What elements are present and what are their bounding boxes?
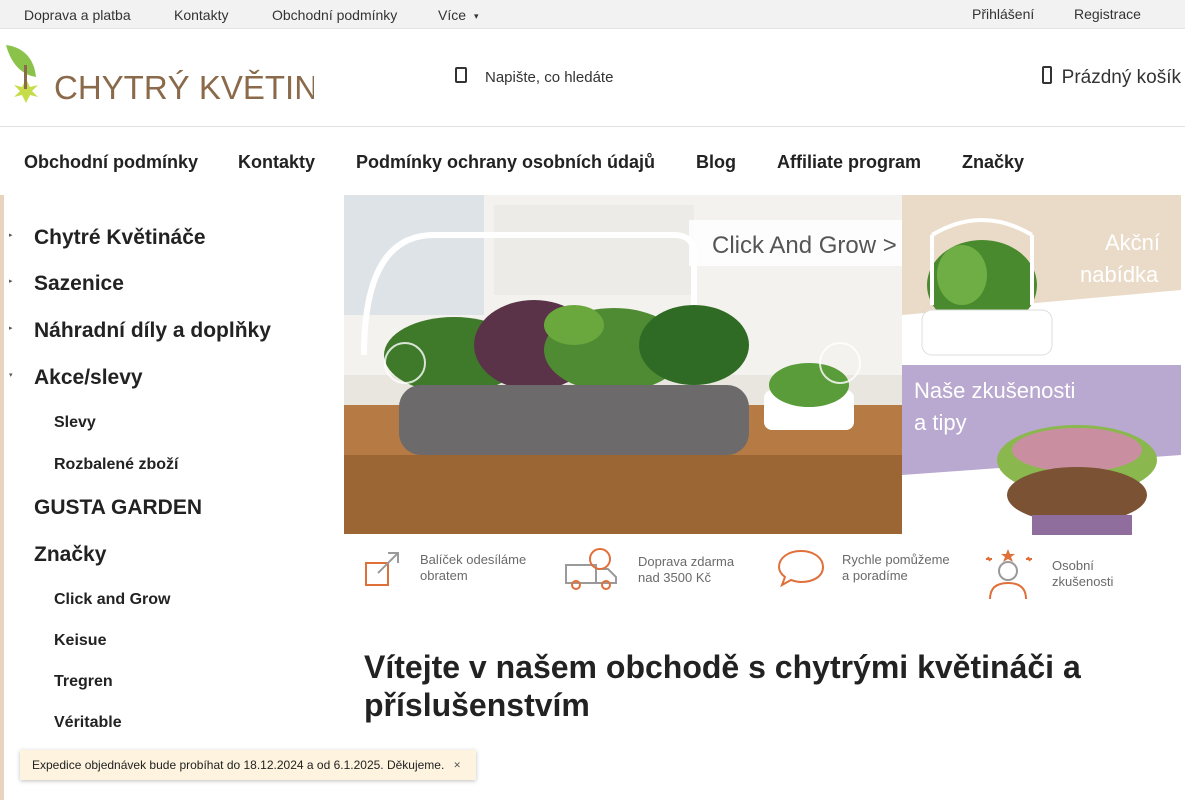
page-title: Vítejte v našem obchodě s chytrými květi… <box>364 649 1081 723</box>
topbar-link-contacts[interactable]: Kontakty <box>174 7 228 23</box>
promo-banner-tips[interactable]: Naše zkušenosti a tipy <box>902 365 1181 535</box>
promo-offers-image: Akční nabídka <box>902 195 1181 365</box>
expand-arrow-icon: ▾ <box>9 372 13 379</box>
notice-text: Expedice objednávek bude probíhat do 18.… <box>32 758 445 772</box>
brand-keisue[interactable]: Keisue <box>54 632 106 650</box>
expand-arrow-icon: ▸ <box>9 325 13 332</box>
speech-bubble-icon <box>777 549 825 588</box>
site-logo[interactable]: CHYTRÝ KVĚTINÁČ <box>4 43 364 106</box>
delivery-truck-icon <box>565 548 617 590</box>
hero-caption: Click And Grow > <box>712 232 897 259</box>
category-gusta-garden[interactable]: GUSTA GARDEN <box>34 496 202 520</box>
nav-terms[interactable]: Obchodní podmínky <box>24 152 198 173</box>
benefits-strip: Balíček odesíláme obratem Doprava zdarma n… <box>344 535 1185 605</box>
site-header: CHYTRÝ KVĚTINÁČ Napište, co hledáte Práz… <box>0 29 1185 127</box>
promo-offers-caption-2: nabídka <box>1080 262 1159 287</box>
category-spare-parts[interactable]: ▸ Náhradní díly a doplňky <box>9 319 271 343</box>
chevron-down-icon: ▾ <box>474 11 479 21</box>
category-brands[interactable]: Značky <box>34 543 106 567</box>
promo-banner-offers[interactable]: Akční nabídka <box>902 195 1181 365</box>
shipping-notice: Expedice objednávek bude probíhat do 18.… <box>20 750 476 780</box>
promo-tips-caption-1: Naše zkušenosti <box>914 378 1075 403</box>
register-link[interactable]: Registrace <box>1074 6 1141 22</box>
subcategory-discounts[interactable]: Slevy <box>54 414 96 432</box>
category-sidebar: ▸ Chytré Květináče ▸ Sazenice ▸ Náhradní dí… <box>0 195 344 800</box>
category-seedlings[interactable]: ▸ Sazenice <box>9 272 124 296</box>
cart-label: Prázdný košík <box>1061 67 1181 88</box>
category-smart-pots[interactable]: ▸ Chytré Květináče <box>9 226 206 250</box>
expand-arrow-icon: ▸ <box>9 232 13 239</box>
nav-blog[interactable]: Blog <box>696 152 736 173</box>
brand-click-and-grow[interactable]: Click and Grow <box>54 591 170 609</box>
hero-carousel[interactable]: Click And Grow > <box>344 195 902 534</box>
topbar-more-menu[interactable]: Více ▾ <box>438 7 479 23</box>
topbar-link-shipping[interactable]: Doprava a platba <box>24 7 131 23</box>
search-input[interactable]: Napište, co hledáte <box>485 69 613 86</box>
cart-button[interactable]: Prázdný košík <box>1041 65 1181 91</box>
cart-icon <box>1041 65 1052 91</box>
subcategory-unpacked[interactable]: Rozbalené zboží <box>54 456 178 474</box>
search-icon <box>455 66 467 88</box>
nav-contacts[interactable]: Kontakty <box>238 152 315 173</box>
promo-offers-caption-1: Akční <box>1105 230 1160 255</box>
nav-privacy[interactable]: Podmínky ochrany osobních údajů <box>356 152 655 173</box>
carousel-next-button[interactable] <box>819 342 861 384</box>
top-bar: Doprava a platba Kontakty Obchodní podmí… <box>0 0 1185 29</box>
person-stars-icon <box>986 549 1032 600</box>
search-box[interactable]: Napište, co hledáte <box>455 66 613 88</box>
brand-tregren[interactable]: Tregren <box>54 673 113 691</box>
topbar-link-terms[interactable]: Obchodní podmínky <box>272 7 397 23</box>
benefit-item: Rychle pomůžeme a poradíme <box>776 547 972 589</box>
logo-text: CHYTRÝ KVĚTINÁČ <box>54 69 314 105</box>
promo-tips-caption-2: a tipy <box>914 410 967 435</box>
expand-arrow-icon: ▸ <box>9 278 13 285</box>
category-sales[interactable]: ▾ Akce/slevy <box>9 366 143 390</box>
carousel-prev-button[interactable] <box>384 342 426 384</box>
package-arrow-icon <box>365 552 399 586</box>
benefit-item: Doprava zdarma nad 3500 Kč <box>564 547 768 593</box>
benefit-item: Osobní zkušenosti <box>980 547 1182 601</box>
nav-brands[interactable]: Značky <box>962 152 1024 173</box>
brand-veritable[interactable]: Véritable <box>54 714 122 732</box>
promo-tips-image: Naše zkušenosti a tipy <box>902 365 1181 535</box>
topbar-more-label: Více <box>438 7 467 23</box>
main-navigation: Obchodní podmínky Kontakty Podmínky ochr… <box>0 127 1185 195</box>
nav-affiliate[interactable]: Affiliate program <box>777 152 921 173</box>
close-icon[interactable]: ✕ <box>453 760 461 771</box>
benefit-item: Balíček odesíláme obratem <box>362 547 550 589</box>
login-link[interactable]: Přihlášení <box>972 6 1034 22</box>
